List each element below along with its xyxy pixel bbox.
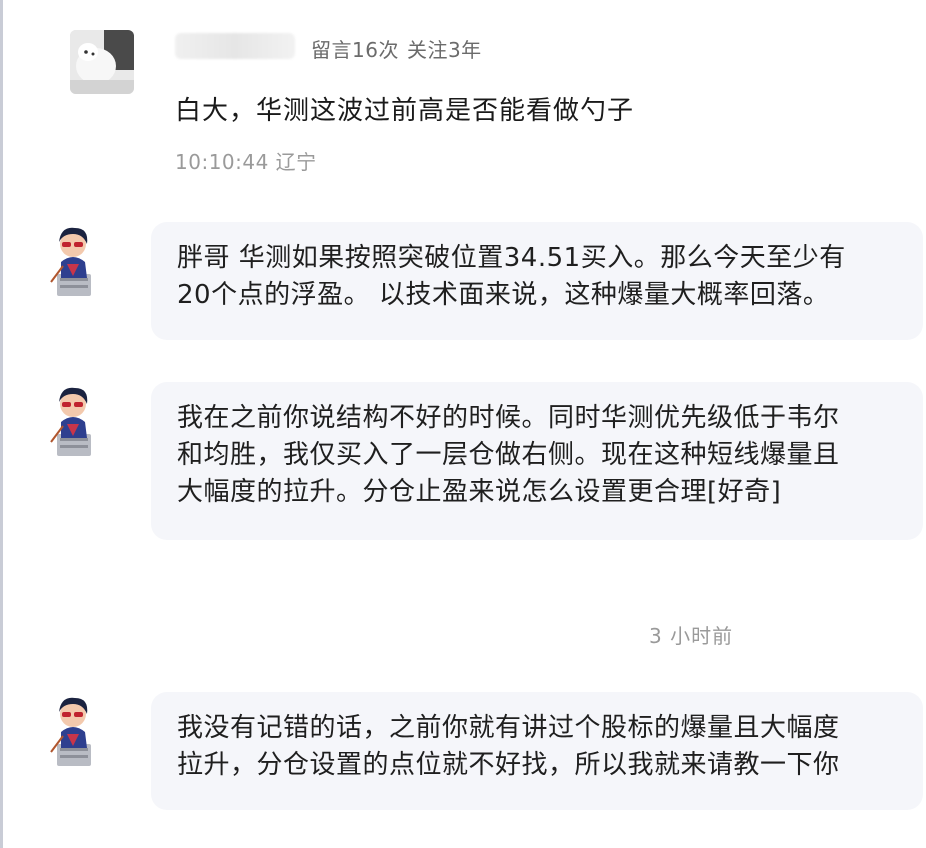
reply-line: 拉升，分仓设置的点位就不好找，所以我就来请教一下你 <box>177 750 840 780</box>
author-avatar[interactable] <box>47 382 103 458</box>
user-stats: 留言16次 关注3年 <box>311 34 490 63</box>
reply-bubble: 我没有记错的话，之前你就有讲过个股标的爆量且大幅度 拉升，分仓设置的点位就不好找… <box>151 692 923 810</box>
user-avatar[interactable] <box>70 30 134 94</box>
reply-bubble: 我在之前你说结构不好的时候。同时华测优先级低于韦尔 和均胜，我仅买入了一层仓做右… <box>151 382 923 540</box>
reply-line: 20个点的浮盈。 以技术面来说，这种爆量大概率回落。 <box>177 280 830 310</box>
comment-timestamp: 10:10:44 辽宁 <box>175 150 317 174</box>
author-avatar[interactable] <box>47 222 103 298</box>
reply-line: 胖哥 华测如果按照突破位置34.51买入。那么今天至少有 <box>177 243 846 273</box>
reply-line: 我没有记错的话，之前你就有讲过个股标的爆量且大幅度 <box>177 713 840 743</box>
username-redacted <box>175 33 295 59</box>
chat-panel: 留言16次 关注3年 白大，华测这波过前高是否能看做勺子 10:10:44 辽宁 … <box>3 0 926 848</box>
reply-line: 大幅度的拉升。分仓止盈来说怎么设置更合理[好奇] <box>177 477 782 507</box>
reply-line: 和均胜，我仅买入了一层仓做右侧。现在这种短线爆量且 <box>177 440 840 470</box>
reply-line: 我在之前你说结构不好的时候。同时华测优先级低于韦尔 <box>177 403 840 433</box>
comment-text: 白大，华测这波过前高是否能看做勺子 <box>175 96 635 126</box>
author-avatar[interactable] <box>47 692 103 768</box>
follow-duration: 关注3年 <box>406 38 482 62</box>
comment-count: 留言16次 <box>311 38 399 62</box>
time-divider: 3 小时前 <box>649 624 734 648</box>
reply-bubble: 胖哥 华测如果按照突破位置34.51买入。那么今天至少有 20个点的浮盈。 以技… <box>151 222 923 340</box>
